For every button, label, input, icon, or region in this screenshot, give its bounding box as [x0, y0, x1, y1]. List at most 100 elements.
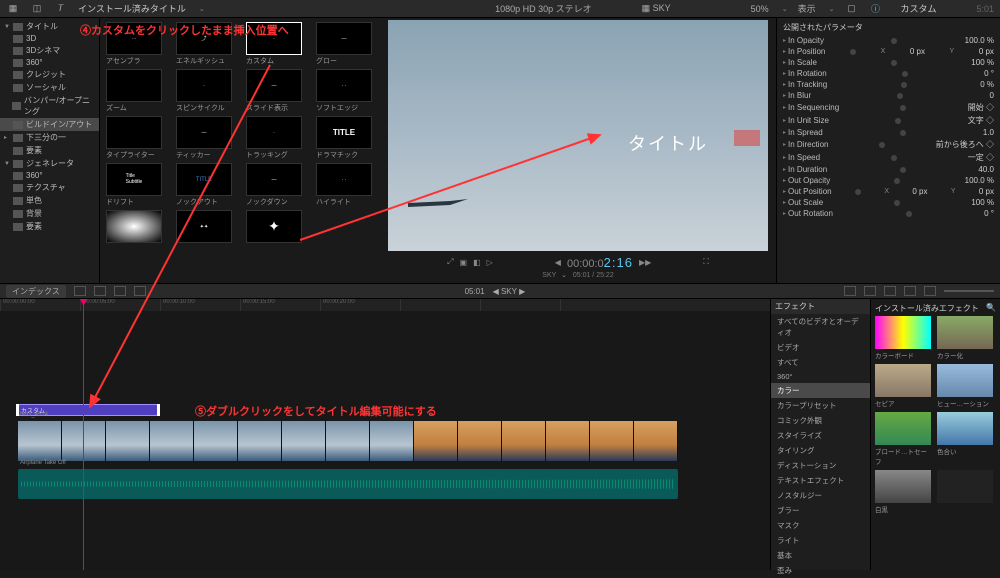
- cat-item[interactable]: バンパー/オープニング: [0, 94, 99, 118]
- index-button[interactable]: インデックス: [6, 285, 66, 298]
- param-row[interactable]: ▸Out Opacity100.0 %: [783, 175, 994, 186]
- tl-btn2[interactable]: [94, 286, 106, 296]
- effect-thumb[interactable]: カラーボード: [875, 316, 931, 360]
- tl-btn4[interactable]: [134, 286, 146, 296]
- zoom-slider[interactable]: [944, 290, 994, 292]
- tl-tool-icon[interactable]: [844, 286, 856, 296]
- tl-btn3[interactable]: [114, 286, 126, 296]
- tl-tool-icon[interactable]: [884, 286, 896, 296]
- effect-category[interactable]: マスク: [771, 518, 870, 533]
- zoom-level[interactable]: 50%: [751, 4, 769, 14]
- tool2-icon[interactable]: ◧: [473, 258, 481, 267]
- effect-category[interactable]: ライト: [771, 533, 870, 548]
- next-icon[interactable]: ▶▶: [639, 258, 651, 267]
- title-overlay-text[interactable]: タイトル: [628, 130, 708, 156]
- title-thumb[interactable]: ✦: [106, 210, 162, 244]
- title-thumb[interactable]: ズーム: [106, 69, 162, 113]
- param-row[interactable]: ▸In Rotation0 °: [783, 68, 994, 79]
- effect-thumb[interactable]: ブロード…トセーフ: [875, 412, 931, 466]
- cat-item[interactable]: テクスチャ: [0, 181, 99, 194]
- title-thumb[interactable]: ✦✦: [176, 210, 232, 244]
- view-menu[interactable]: 表示: [798, 2, 816, 15]
- title-thumb[interactable]: TITLEノックアウト: [176, 163, 232, 207]
- titles-icon[interactable]: 𝑇: [54, 2, 68, 16]
- timeline[interactable]: 00:00:00:0000:00:05:0000:00:10:0000:00:1…: [0, 299, 770, 570]
- effect-category[interactable]: コミック外観: [771, 413, 870, 428]
- timeline-ruler[interactable]: 00:00:00:0000:00:05:0000:00:10:0000:00:1…: [0, 299, 770, 311]
- effect-thumb[interactable]: セピア: [875, 364, 931, 408]
- cat-item[interactable]: 3D: [0, 33, 99, 44]
- param-row[interactable]: ▸In Blur0: [783, 90, 994, 101]
- title-thumb[interactable]: · ·ハイライト: [316, 163, 372, 207]
- effect-category[interactable]: テキストエフェクト: [771, 473, 870, 488]
- effect-category[interactable]: すべてのビデオとオーディオ: [771, 314, 870, 340]
- cat-item[interactable]: 3Dシネマ: [0, 44, 99, 57]
- effect-category[interactable]: スタイライズ: [771, 428, 870, 443]
- effect-category[interactable]: ディストーション: [771, 458, 870, 473]
- cat-item[interactable]: 360°: [0, 170, 99, 181]
- effect-category[interactable]: カラープリセット: [771, 398, 870, 413]
- tl-tool-icon[interactable]: [864, 286, 876, 296]
- param-row[interactable]: ▸In Unit Size文字 ◇: [783, 114, 994, 127]
- title-thumb[interactable]: TITLEドラマチック: [316, 116, 372, 160]
- square-icon[interactable]: ▢: [844, 2, 858, 16]
- cat-item[interactable]: 360°: [0, 57, 99, 68]
- title-thumb[interactable]: —ノックダウン: [246, 163, 302, 207]
- cat-item-buildin[interactable]: ビルドイン/アウト: [0, 118, 99, 131]
- effect-category[interactable]: 360°: [771, 370, 870, 383]
- effect-category[interactable]: ブラー: [771, 503, 870, 518]
- effect-thumb[interactable]: 白黒: [875, 470, 931, 514]
- title-thumb[interactable]: ⋯アセンブラ: [106, 22, 162, 66]
- audio-clip[interactable]: [18, 469, 678, 499]
- param-row[interactable]: ▸In Direction前から後ろへ ◇: [783, 138, 994, 151]
- cat-item[interactable]: 単色: [0, 194, 99, 207]
- param-row[interactable]: ▸In Spread1.0: [783, 127, 994, 138]
- search-icon[interactable]: 🔍: [986, 303, 996, 314]
- title-thumb[interactable]: —スライド表示: [246, 69, 302, 113]
- param-row[interactable]: ▸In Sequencing開始 ◇: [783, 101, 994, 114]
- title-thumb[interactable]: —ティッカー: [176, 116, 232, 160]
- playhead[interactable]: [83, 299, 84, 570]
- title-thumb-custom[interactable]: ·カスタム: [246, 22, 302, 66]
- cat-item[interactable]: クレジット: [0, 68, 99, 81]
- chevron-down-icon[interactable]: ⌄: [199, 5, 205, 13]
- param-row[interactable]: ▸In PositionX0 pxY0 px: [783, 46, 994, 57]
- effect-category[interactable]: すべて: [771, 355, 870, 370]
- param-row[interactable]: ▸In Speed一定 ◇: [783, 151, 994, 164]
- effect-category[interactable]: ビデオ: [771, 340, 870, 355]
- info-icon[interactable]: ⓘ: [868, 2, 882, 16]
- tool1-icon[interactable]: ▣: [460, 258, 468, 267]
- cat-item[interactable]: ▸下三分の一: [0, 131, 99, 144]
- tl-tool-icon[interactable]: [904, 286, 916, 296]
- effect-category[interactable]: タイリング: [771, 443, 870, 458]
- param-row[interactable]: ▸Out Scale100 %: [783, 197, 994, 208]
- cat-item[interactable]: 要素: [0, 144, 99, 157]
- title-thumb[interactable]: ✦: [246, 210, 302, 244]
- effect-thumb[interactable]: カラー化: [937, 316, 993, 360]
- param-row[interactable]: ▸Out PositionX0 pxY0 px: [783, 186, 994, 197]
- fullscreen-icon[interactable]: ⛶: [703, 257, 709, 267]
- effect-thumb[interactable]: [937, 470, 993, 514]
- cat-item[interactable]: 要素: [0, 220, 99, 233]
- selection-handle[interactable]: [734, 130, 760, 146]
- title-thumb[interactable]: ·トラッキング: [246, 116, 302, 160]
- cat-item[interactable]: 背景: [0, 207, 99, 220]
- cat-item[interactable]: ソーシャル: [0, 81, 99, 94]
- title-thumb[interactable]: Title Subtitleドリフト: [106, 163, 162, 207]
- title-thumb[interactable]: タイプライター: [106, 116, 162, 160]
- effect-category[interactable]: 歪み: [771, 563, 870, 578]
- param-row[interactable]: ▸In Tracking0 %: [783, 79, 994, 90]
- effect-thumb[interactable]: 色合い: [937, 412, 993, 466]
- param-row[interactable]: ▸In Duration40.0: [783, 164, 994, 175]
- viewer-canvas[interactable]: タイトル: [388, 20, 768, 251]
- video-clip[interactable]: [18, 421, 678, 461]
- title-thumb[interactable]: ·スピンサイクル: [176, 69, 232, 113]
- effect-thumb[interactable]: ヒュー…ーション: [937, 364, 993, 408]
- tool3-icon[interactable]: ▷: [487, 258, 493, 267]
- fit-icon[interactable]: ⤢: [447, 257, 453, 267]
- clip-appearance-icon[interactable]: [74, 286, 86, 296]
- cat-titles-header[interactable]: ▼タイトル: [0, 20, 99, 33]
- photos-icon[interactable]: ◫: [30, 2, 44, 16]
- effect-category[interactable]: カラー: [771, 383, 870, 398]
- prev-icon[interactable]: ◀: [555, 258, 561, 267]
